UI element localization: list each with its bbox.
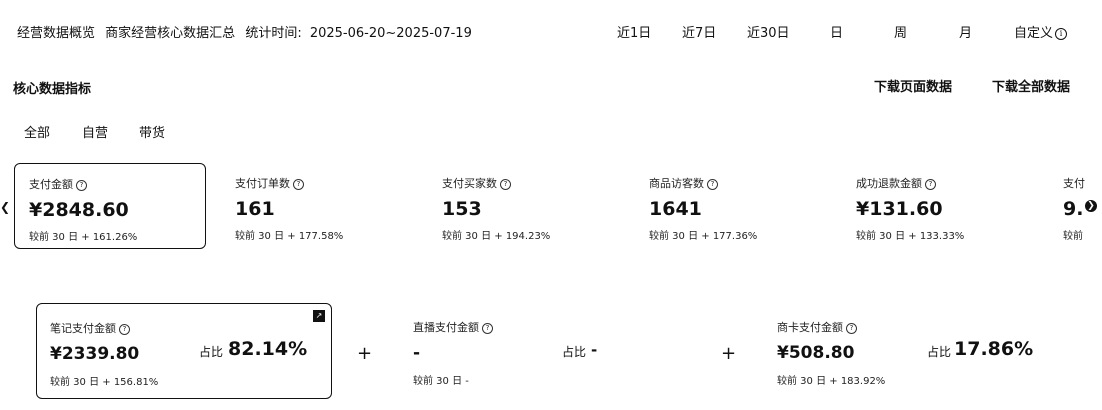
metric-value: 9. [1063, 198, 1084, 220]
metric-label: 支付 [1063, 177, 1085, 190]
metric-compare: 较前 30 日 + 194.23% [442, 231, 551, 242]
page-title: 经营数据概览 [17, 26, 96, 41]
time-filter-7d[interactable]: 近7日 [682, 22, 716, 41]
share-label: 占比 [199, 345, 224, 359]
metric-label: 支付买家数 [442, 177, 497, 190]
breakdown-value: - [413, 343, 421, 363]
share-label: 占比 [927, 345, 952, 359]
metric-label: 支付订单数 [235, 177, 290, 190]
time-filter-month[interactable]: 月 [959, 22, 972, 41]
page-subtitle: 商家经营核心数据汇总 [105, 26, 236, 41]
breakdown-label: 直播支付金额 [413, 321, 479, 334]
time-label: 统计时间: [245, 26, 302, 41]
metric-value: ¥131.60 [856, 198, 943, 220]
section-title: 核心数据指标 [13, 82, 92, 97]
filter-self[interactable]: 自营 [82, 122, 108, 141]
metric-card-pay-amount[interactable]: 支付金额? ¥2848.60 较前 30 日 + 161.26% [14, 163, 206, 249]
time-filter-1d[interactable]: 近1日 [617, 22, 651, 41]
metric-value: 153 [442, 198, 482, 220]
breakdown-compare: 较前 30 日 + 183.92% [777, 376, 886, 387]
download-page-button[interactable]: 下载页面数据 [874, 76, 952, 95]
question-icon[interactable]: ? [293, 178, 304, 190]
metric-compare: 较前 30 日 + 177.36% [649, 231, 758, 242]
metric-value: ¥2848.60 [29, 199, 129, 221]
metric-compare: 较前 30 日 + 133.33% [856, 231, 965, 242]
metric-card-refund[interactable]: 成功退款金额? ¥131.60 较前 30 日 + 133.33% [842, 163, 1034, 249]
metric-card-visitors[interactable]: 商品访客数? 1641 较前 30 日 + 177.36% [635, 163, 827, 249]
filter-all[interactable]: 全部 [24, 122, 50, 141]
metric-label: 成功退款金额 [856, 177, 922, 190]
share-label: 占比 [562, 345, 587, 359]
time-filter-30d[interactable]: 近30日 [747, 22, 790, 41]
info-icon: i [1055, 27, 1068, 40]
metric-compare: 较前 [1063, 231, 1083, 242]
expand-icon[interactable]: ↗ [313, 310, 325, 322]
share-value: 17.86% [954, 338, 1034, 360]
question-icon[interactable]: ? [925, 178, 936, 190]
question-icon[interactable]: ? [846, 322, 857, 334]
breakdown-compare: 较前 30 日 + 156.81% [50, 377, 159, 388]
share-value: - [591, 341, 598, 359]
plus-icon: + [357, 343, 373, 364]
metric-card-partial[interactable]: 支付 9. 较前 [1049, 163, 1085, 249]
time-filter-week[interactable]: 周 [894, 22, 907, 41]
metric-value: 161 [235, 198, 275, 220]
metric-value: 1641 [649, 198, 702, 220]
time-filter-custom[interactable]: 自定义 i [1014, 22, 1068, 41]
question-icon[interactable]: ? [500, 178, 511, 190]
download-all-button[interactable]: 下载全部数据 [992, 76, 1070, 95]
question-icon[interactable]: ? [707, 178, 718, 190]
page-header: 经营数据概览 商家经营核心数据汇总 统计时间: 2025-06-20~2025-… [17, 22, 472, 41]
metric-label: 支付金额 [29, 178, 73, 191]
time-range: 2025-06-20~2025-07-19 [309, 26, 472, 41]
filter-promo[interactable]: 带货 [139, 122, 165, 141]
breakdown-label: 笔记支付金额 [50, 322, 116, 335]
chevron-left-icon[interactable]: ❮ [0, 200, 10, 214]
time-filter-custom-label: 自定义 [1014, 26, 1054, 41]
time-filter-day[interactable]: 日 [830, 22, 843, 41]
question-icon[interactable]: ? [119, 323, 130, 335]
plus-icon: + [721, 343, 737, 364]
metric-label: 商品访客数 [649, 177, 704, 190]
breakdown-label: 商卡支付金额 [777, 321, 843, 334]
metric-compare: 较前 30 日 + 177.58% [235, 231, 344, 242]
chevron-right-icon[interactable]: ❯ [1085, 200, 1097, 212]
metric-card-pay-buyers[interactable]: 支付买家数? 153 较前 30 日 + 194.23% [428, 163, 620, 249]
question-icon[interactable]: ? [482, 322, 493, 334]
share-value: 82.14% [228, 338, 308, 360]
metric-compare: 较前 30 日 + 161.26% [29, 232, 138, 243]
breakdown-card-live[interactable]: 直播支付金额? - 较前 30 日 - [400, 303, 690, 399]
question-icon[interactable]: ? [76, 179, 87, 191]
metric-card-pay-orders[interactable]: 支付订单数? 161 较前 30 日 + 177.58% [221, 163, 413, 249]
breakdown-compare: 较前 30 日 - [413, 376, 469, 387]
